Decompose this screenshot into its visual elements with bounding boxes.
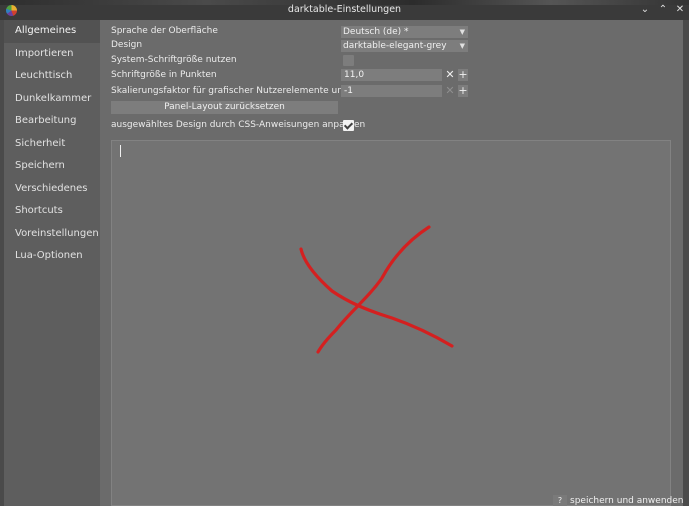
preferences-window: darktable-Einstellungen ⌄ ⌃ ✕ Allgemeine… — [0, 0, 689, 506]
red-x-stroke-b — [299, 247, 454, 348]
help-button[interactable]: ? — [553, 495, 567, 506]
red-x-annotation — [299, 225, 454, 354]
save-and-apply-button[interactable]: speichern und anwenden — [570, 496, 684, 506]
red-x-stroke-a — [316, 225, 431, 354]
